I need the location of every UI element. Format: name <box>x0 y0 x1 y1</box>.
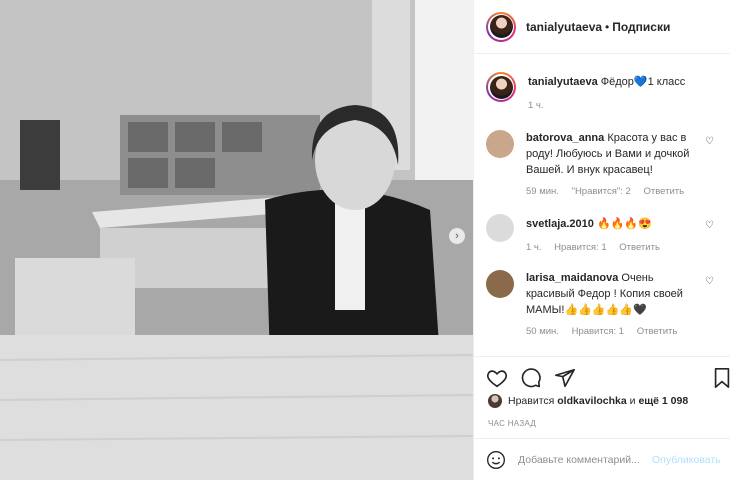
add-comment-bar: Опубликовать <box>474 438 730 480</box>
photo-illustration <box>0 0 473 480</box>
liker-username[interactable]: oldkavilochka <box>557 395 626 407</box>
comment-avatar[interactable] <box>486 130 514 158</box>
post-photo[interactable]: › <box>0 0 473 480</box>
comment-like-icon[interactable]: ♡ <box>705 276 714 287</box>
publish-button[interactable]: Опубликовать <box>652 454 730 466</box>
heart-icon[interactable] <box>486 367 508 389</box>
carousel-next-button[interactable]: › <box>449 228 465 244</box>
post-timestamp: ЧАС НАЗАД <box>488 419 537 428</box>
comment-like-icon[interactable]: ♡ <box>705 136 714 147</box>
comment-username[interactable]: svetlaja.2010 <box>526 218 594 230</box>
reply-button[interactable]: Ответить <box>619 242 660 253</box>
separator-dot: • <box>605 19 610 34</box>
post-side-panel: tanialyutaeva • Подписки tanialyutaeva Фёд… <box>473 0 730 480</box>
author-avatar[interactable] <box>486 11 516 42</box>
comment-username[interactable]: batorova_anna <box>526 132 604 144</box>
likes-summary: Нравится oldkavilochka и ещё 1 098 <box>488 394 730 408</box>
emoji-icon[interactable] <box>486 450 506 470</box>
caption-text: Фёдор💙1 класс <box>600 76 686 88</box>
reply-button[interactable]: Ответить <box>637 326 678 337</box>
caption-avatar[interactable] <box>486 72 516 102</box>
comment-like-icon[interactable]: ♡ <box>705 220 714 231</box>
comment-item: svetlaja.2010 🔥🔥🔥😍 1 ч. Нравится: 1 Отве… <box>486 214 722 256</box>
comment-text: 🔥🔥🔥😍 <box>596 218 652 230</box>
comment-likes[interactable]: Нравится: 1 <box>572 326 624 337</box>
follow-status-button[interactable]: Подписки <box>612 20 670 34</box>
reply-button[interactable]: Ответить <box>643 186 684 197</box>
caption-username[interactable]: tanialyutaeva <box>528 76 598 88</box>
author-username[interactable]: tanialyutaeva <box>526 20 602 34</box>
comment-item: batorova_anna Красота у вас в роду! Любу… <box>486 130 722 200</box>
comment-likes[interactable]: Нравится: 1 <box>554 242 606 253</box>
comment-avatar[interactable] <box>486 270 514 298</box>
comment-item: larisa_maidanova Очень красивый Федор ! … <box>486 270 722 340</box>
comment-icon[interactable] <box>520 367 542 389</box>
likes-prefix: Нравится <box>508 395 555 407</box>
caption: tanialyutaeva Фёдор💙1 класс 1 ч. <box>486 72 722 114</box>
share-icon[interactable] <box>554 367 576 389</box>
comment-time: 1 ч. <box>526 242 542 253</box>
liker-avatar[interactable] <box>488 394 502 408</box>
comment-username[interactable]: larisa_maidanova <box>526 272 618 284</box>
likes-count[interactable]: ещё 1 098 <box>638 395 688 407</box>
likes-conjunction: и <box>629 395 636 407</box>
comment-avatar[interactable] <box>486 214 514 242</box>
comment-time: 50 мин. <box>526 326 559 337</box>
chevron-right-icon: › <box>455 230 459 242</box>
comment-likes[interactable]: "Нравится": 2 <box>572 186 631 197</box>
comments-list[interactable]: tanialyutaeva Фёдор💙1 класс 1 ч. batorov… <box>474 54 730 354</box>
comment-input[interactable] <box>516 452 652 467</box>
header-text: tanialyutaeva • Подписки <box>526 20 670 34</box>
bookmark-icon[interactable] <box>712 367 730 389</box>
caption-time: 1 ч. <box>528 100 544 111</box>
post-header: tanialyutaeva • Подписки <box>474 0 730 54</box>
comment-time: 59 мин. <box>526 186 559 197</box>
